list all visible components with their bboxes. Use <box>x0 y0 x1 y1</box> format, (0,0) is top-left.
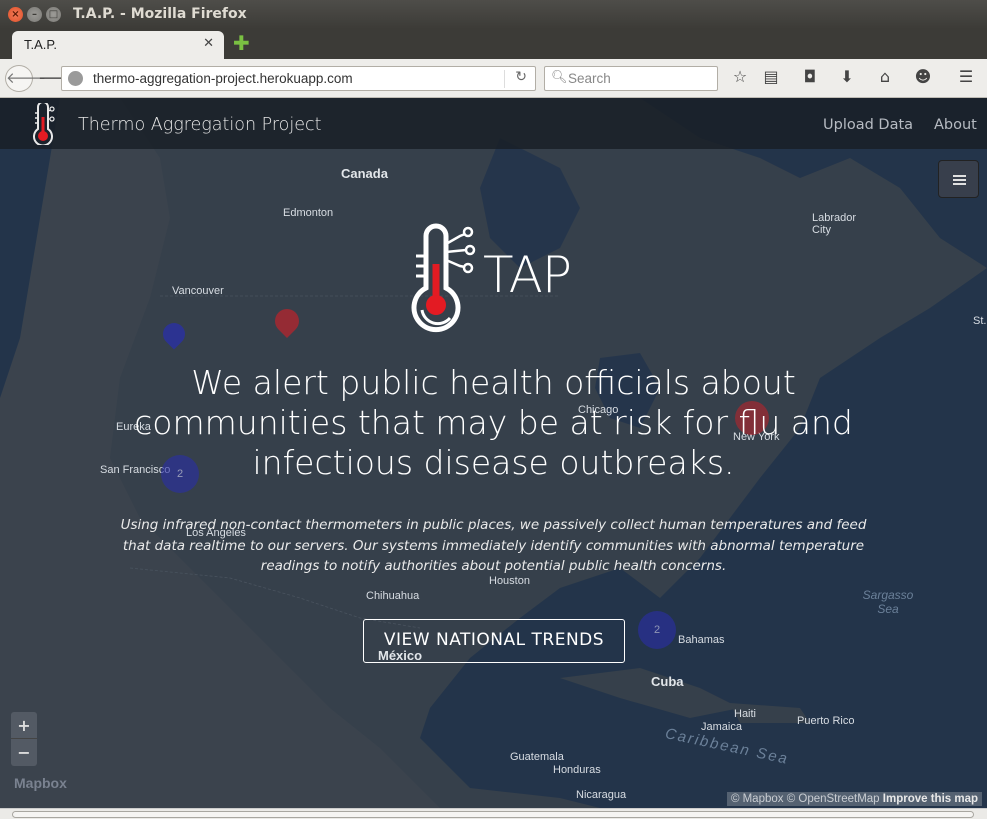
hello-chat-icon[interactable]: ☻ <box>912 67 934 86</box>
browser-window: × – □ T.A.P. - Mozilla Firefox T.A.P. ✕ … <box>0 0 987 819</box>
attribution-text[interactable]: © Mapbox © OpenStreetMap <box>731 793 880 805</box>
back-arrow-icon[interactable]: 🡐 <box>5 65 46 92</box>
view-national-trends-button[interactable]: VIEW NATIONAL TRENDS <box>363 619 625 663</box>
bookmark-star-icon[interactable]: ☆ <box>729 67 751 86</box>
map-label: Puerto Rico <box>797 715 855 727</box>
nav-upload-data[interactable]: Upload Data <box>823 117 913 133</box>
globe-icon <box>68 71 83 86</box>
map-label: Honduras <box>553 764 601 776</box>
close-icon[interactable]: ✕ <box>203 36 214 51</box>
search-icon: 🔍︎ <box>551 70 568 85</box>
hero-logo-text: TAP <box>483 246 572 304</box>
map-label: Chihuahua <box>366 590 420 602</box>
tab-active[interactable]: T.A.P. ✕ <box>12 31 224 59</box>
download-icon[interactable]: ⬇ <box>836 67 858 86</box>
url-text[interactable]: thermo-aggregation-project.herokuapp.com <box>93 71 353 86</box>
map-label: Guatemala <box>510 751 564 763</box>
improve-map-link[interactable]: Improve this map <box>883 793 978 805</box>
map-label: Haiti <box>734 708 757 720</box>
tab-strip: T.A.P. ✕ ✚ <box>0 29 987 59</box>
tab-label: T.A.P. <box>24 37 58 52</box>
mapbox-logo[interactable]: Mapbox <box>14 775 67 791</box>
url-bar[interactable]: thermo-aggregation-project.herokuapp.com… <box>61 66 536 91</box>
window-title: T.A.P. - Mozilla Firefox <box>73 6 247 22</box>
thermometer-logo-icon[interactable] <box>30 103 56 145</box>
back-forward-group: 🡐 🡒 <box>5 65 78 92</box>
map-label: Canada <box>341 166 388 181</box>
navigation-toolbar: 🡐 🡒 thermo-aggregation-project.herokuapp… <box>0 59 987 98</box>
map-label: Bahamas <box>678 634 725 646</box>
window-minimize-button[interactable]: – <box>27 7 42 22</box>
hero-headline: We alert public health officials about c… <box>134 363 853 482</box>
layers-toggle-button[interactable] <box>938 160 979 198</box>
url-divider <box>504 70 505 88</box>
map-label: Nicaragua <box>576 789 627 801</box>
horizontal-scrollbar[interactable] <box>0 808 987 819</box>
zoom-in-button[interactable]: + <box>11 712 37 739</box>
map-cluster-marker[interactable]: 2 <box>638 611 676 649</box>
map-label: Labrador City <box>812 212 857 236</box>
reading-list-icon[interactable]: ▤ <box>760 67 782 86</box>
menu-icon[interactable]: ☰ <box>955 67 977 86</box>
map-attribution: © Mapbox © OpenStreetMap Improve this ma… <box>726 792 982 806</box>
nav-about[interactable]: About <box>934 117 977 133</box>
reload-icon[interactable]: ↻ <box>515 69 527 85</box>
search-input[interactable]: 🔍︎ Search <box>544 66 718 91</box>
site-navbar: Thermo Aggregation Project Upload Data A… <box>0 98 987 149</box>
new-tab-icon[interactable]: ✚ <box>233 33 250 53</box>
map-label: Vancouver <box>172 285 224 297</box>
brand-title[interactable]: Thermo Aggregation Project <box>78 115 322 135</box>
search-placeholder: Search <box>568 71 611 86</box>
hero-subtext: Using infrared non-contact thermometers … <box>120 517 867 574</box>
map-label: St. <box>973 315 987 327</box>
zoom-control: + − <box>11 712 37 766</box>
map-label: Sargasso Sea <box>862 588 914 616</box>
window-close-button[interactable]: × <box>8 7 23 22</box>
map-label: Houston <box>489 575 530 587</box>
tap-thermometer-logo-icon <box>411 223 476 333</box>
window-maximize-button[interactable]: □ <box>46 7 61 22</box>
layers-icon <box>953 175 966 185</box>
map-label: Jamaica <box>701 721 742 733</box>
page-viewport: Canada Edmonton Vancouver Labrador City Eure… <box>0 98 987 808</box>
pocket-icon[interactable]: ◘ <box>799 67 821 86</box>
home-icon[interactable]: ⌂ <box>874 67 896 86</box>
map-label: Edmonton <box>283 207 334 219</box>
zoom-out-button[interactable]: − <box>11 739 37 766</box>
map-label: Cuba <box>651 674 684 689</box>
title-bar: × – □ T.A.P. - Mozilla Firefox <box>0 0 987 29</box>
scrollbar-thumb[interactable] <box>12 811 974 818</box>
